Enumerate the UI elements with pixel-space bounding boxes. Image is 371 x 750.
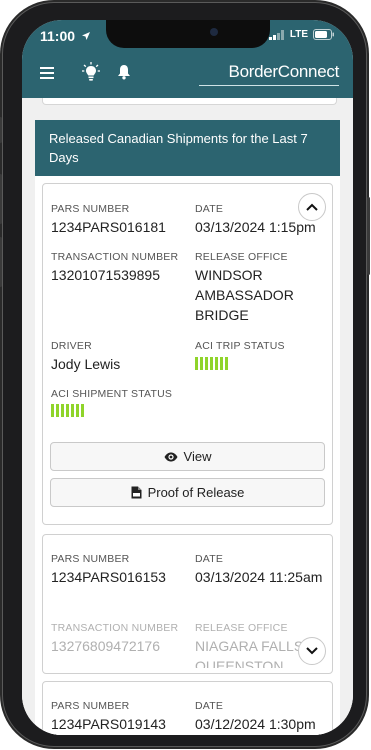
date-value: 03/12/2024 1:30pm — [195, 716, 316, 732]
aci-trip-status-label: ACI TRIP STATUS — [195, 340, 285, 352]
network-label: LTE — [289, 29, 308, 40]
battery-icon — [313, 29, 334, 40]
hamburger-menu-icon[interactable] — [40, 67, 54, 79]
aci-shipment-status-indicator — [51, 404, 84, 417]
date-value: 03/13/2024 1:15pm — [195, 219, 316, 235]
pars-number-value: 1234PARS016153 — [51, 569, 166, 585]
release-office-label: RELEASE OFFICE — [195, 251, 288, 263]
transaction-number-value: 13276809472176 — [51, 638, 161, 654]
volume-down-button — [0, 237, 2, 287]
shipment-card: PARS NUMBER 1234PARS019143 DATE 03/12/20… — [42, 681, 333, 735]
driver-label: DRIVER — [51, 340, 92, 352]
chevron-up-icon — [306, 203, 318, 211]
collapse-button[interactable] — [298, 193, 326, 221]
power-button — [367, 197, 370, 275]
eye-icon — [164, 452, 178, 461]
volume-up-button — [0, 174, 2, 224]
expand-button[interactable] — [298, 637, 326, 665]
release-office-label: RELEASE OFFICE — [195, 622, 288, 634]
aci-shipment-status-label: ACI SHIPMENT STATUS — [51, 388, 173, 400]
driver-value: Jody Lewis — [51, 356, 121, 372]
date-label: DATE — [195, 203, 224, 215]
bell-icon[interactable] — [117, 64, 131, 80]
release-office-value: WINDSOR AMBASSADOR BRIDGE — [195, 267, 294, 323]
lightbulb-icon[interactable] — [82, 62, 100, 82]
app-header: BorderConnect — [22, 48, 353, 98]
status-time: 11:00 — [40, 28, 91, 44]
clock-text: 11:00 — [40, 28, 76, 44]
transaction-number-label: TRANSACTION NUMBER — [51, 251, 179, 263]
date-label: DATE — [195, 553, 224, 565]
section-title: Released Canadian Shipments for the Last… — [35, 120, 340, 176]
notch — [105, 20, 270, 48]
front-camera — [209, 28, 218, 36]
location-arrow-icon — [81, 32, 90, 40]
pdf-file-icon — [131, 486, 142, 499]
previous-card-edge — [42, 98, 337, 105]
view-button[interactable]: View — [50, 442, 325, 471]
release-office-value: NIAGARA FALLS QUEENSTON — [195, 638, 304, 668]
view-button-label: View — [183, 449, 212, 464]
signal-icon — [268, 29, 284, 40]
chevron-down-icon — [306, 647, 318, 655]
date-value: 03/13/2024 11:25am — [195, 569, 323, 585]
pars-number-label: PARS NUMBER — [51, 700, 130, 712]
brand-underline — [199, 85, 339, 86]
date-label: DATE — [195, 700, 224, 712]
pars-number-value: 1234PARS019143 — [51, 716, 166, 732]
pars-number-value: 1234PARS016181 — [51, 219, 166, 235]
aci-trip-status-indicator — [195, 357, 228, 370]
proof-of-release-button[interactable]: Proof of Release — [50, 478, 325, 507]
shipment-card: PARS NUMBER 1234PARS016153 DATE 03/13/20… — [42, 534, 333, 674]
content-area[interactable]: Released Canadian Shipments for the Last… — [22, 98, 353, 735]
transaction-number-label: TRANSACTION NUMBER — [51, 622, 179, 634]
released-shipments-section: Released Canadian Shipments for the Last… — [35, 120, 340, 735]
status-indicators: LTE — [268, 29, 335, 40]
screen: 11:00 LTE BorderConnect Released Canadia… — [22, 20, 353, 735]
shipment-card: PARS NUMBER 1234PARS016181 DATE 03/13/20… — [42, 183, 333, 525]
pars-number-label: PARS NUMBER — [51, 203, 130, 215]
silent-switch — [0, 117, 2, 143]
transaction-number-value: 13201071539895 — [51, 267, 161, 283]
brand-logo: BorderConnect — [228, 62, 340, 81]
proof-of-release-label: Proof of Release — [147, 485, 245, 500]
pars-number-label: PARS NUMBER — [51, 553, 130, 565]
phone-frame: 11:00 LTE BorderConnect Released Canadia… — [0, 2, 370, 747]
